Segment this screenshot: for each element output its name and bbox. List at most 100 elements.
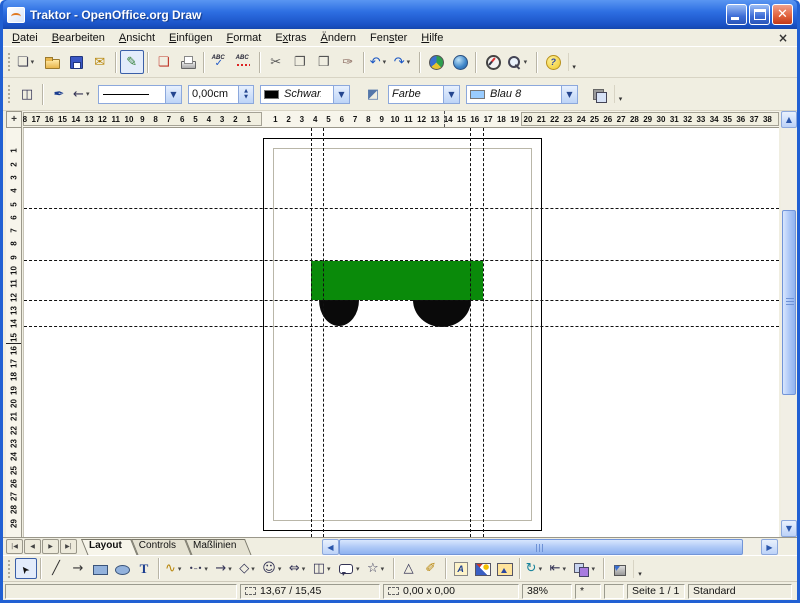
text-button[interactable]: T (133, 558, 155, 579)
ellipse-button[interactable] (111, 558, 133, 579)
rotate-button[interactable]: ↻▾ (524, 558, 548, 579)
status-style[interactable]: Standard (688, 584, 792, 599)
print-button[interactable] (176, 50, 200, 74)
arrange-dropdown-arrow[interactable]: ▾ (591, 565, 598, 573)
minimize-button[interactable] (726, 4, 747, 25)
snap-guide-vertical[interactable] (323, 128, 324, 537)
previous-page-button[interactable]: ◀ (24, 539, 41, 554)
tab-malinien[interactable]: Maßlinien (185, 538, 252, 555)
stars-dropdown-arrow[interactable]: ▾ (381, 565, 388, 573)
status-position[interactable]: 13,67 / 15,45 (240, 584, 380, 599)
area-style-select[interactable]: Farbe ▼ (388, 85, 460, 104)
chevron-down-icon[interactable]: ▼ (561, 86, 577, 103)
export-pdf-button[interactable]: ❏ (152, 50, 176, 74)
undo-button[interactable]: ↶▾ (368, 50, 392, 74)
fontwork-button[interactable] (450, 558, 472, 579)
extrusion-button[interactable] (608, 558, 630, 579)
select-button[interactable] (15, 558, 37, 579)
symbol-shapes-button[interactable]: ☺▾ (260, 558, 287, 579)
vertical-scrollbar-thumb[interactable] (782, 210, 796, 395)
send-email-button[interactable]: ✉ (88, 50, 112, 74)
horizontal-scrollbar-thumb[interactable] (339, 539, 743, 555)
alignment-dropdown-arrow[interactable]: ▾ (562, 565, 569, 573)
arrow-button[interactable]: → (67, 558, 89, 579)
vertical-ruler[interactable]: 1234567891011121314151617181920212223242… (6, 128, 22, 537)
auto-spellcheck-button[interactable] (232, 50, 256, 74)
chart-button[interactable] (424, 50, 448, 74)
symbol-shapes-dropdown-arrow[interactable]: ▾ (278, 565, 285, 573)
toolbar-grip[interactable] (7, 559, 11, 579)
styles-formatting-button[interactable]: ◫ (15, 82, 39, 106)
new-document-dropdown-arrow[interactable]: ▾ (31, 58, 38, 66)
snap-guide-vertical[interactable] (311, 128, 312, 537)
curve-button[interactable]: ∿▾ (163, 558, 187, 579)
snap-guide-vertical[interactable] (483, 128, 484, 537)
menu-datei[interactable]: Datei (5, 31, 45, 45)
status-zoom-level[interactable]: 38% (522, 584, 572, 599)
glue-points-button[interactable]: ✐ (420, 558, 442, 579)
tractor-body[interactable] (311, 261, 483, 300)
menu-ndern[interactable]: Ändern (314, 31, 363, 45)
undo-dropdown-arrow[interactable]: ▾ (383, 58, 390, 66)
lines-and-arrows-button[interactable]: →▾ (213, 558, 237, 579)
toolbar-grip[interactable] (7, 84, 11, 104)
fill-color-select[interactable]: Blau 8 ▼ (466, 85, 578, 104)
status-modified[interactable]: * (575, 584, 601, 599)
redo-dropdown-arrow[interactable]: ▾ (407, 58, 414, 66)
rotate-dropdown-arrow[interactable]: ▾ (539, 565, 546, 573)
menu-ansicht[interactable]: Ansicht (112, 31, 162, 45)
close-document-button[interactable]: × (769, 31, 797, 45)
toolbar-grip[interactable] (7, 52, 11, 72)
block-arrows-dropdown-arrow[interactable]: ▾ (302, 565, 309, 573)
chevron-down-icon[interactable]: ▼ (443, 86, 459, 103)
paste-button[interactable]: ❒ (312, 50, 336, 74)
cut-button[interactable]: ✂ (264, 50, 288, 74)
menu-einfgen[interactable]: Einfügen (162, 31, 219, 45)
maximize-button[interactable] (749, 4, 770, 25)
open-button[interactable] (40, 50, 64, 74)
snap-guide-vertical[interactable] (470, 128, 471, 537)
next-page-button[interactable]: ▶ (42, 539, 59, 554)
help-button[interactable] (541, 50, 565, 74)
close-button[interactable]: ✕ (772, 4, 793, 25)
gallery-button[interactable] (448, 50, 472, 74)
menu-format[interactable]: Format (219, 31, 268, 45)
spellcheck-button[interactable] (208, 50, 232, 74)
snap-guide-horizontal[interactable] (24, 326, 779, 327)
line-button[interactable]: ╱ (45, 558, 67, 579)
vertical-scrollbar[interactable]: ▲ ▼ (781, 111, 797, 537)
scroll-right-button[interactable]: ▶ (761, 539, 778, 555)
toolbar-overflow-button[interactable]: ▾ (633, 560, 645, 578)
from-file-button[interactable] (472, 558, 494, 579)
rectangle-button[interactable] (89, 558, 111, 579)
status-page[interactable]: Seite 1 / 1 (627, 584, 685, 599)
navigator-button[interactable] (480, 50, 504, 74)
tab-layout[interactable]: Layout (81, 538, 138, 555)
save-button[interactable] (64, 50, 88, 74)
basic-shapes-button[interactable]: ◇▾ (237, 558, 260, 579)
callouts-dropdown-arrow[interactable]: ▾ (356, 565, 363, 573)
stars-button[interactable]: ☆▾ (365, 558, 390, 579)
line-width-input[interactable]: 0,00cm ▲▼ (188, 85, 254, 104)
drawing-canvas[interactable] (23, 128, 779, 537)
toolbar-overflow-button[interactable]: ▾ (614, 85, 626, 103)
format-paintbrush-button[interactable]: ✑ (336, 50, 360, 74)
scroll-down-button[interactable]: ▼ (781, 520, 797, 537)
gallery-button[interactable] (494, 558, 516, 579)
edit-file-button[interactable]: ✎ (120, 50, 144, 74)
block-arrows-button[interactable]: ⇔▾ (287, 558, 311, 579)
zoom-button[interactable]: ▾ (504, 50, 533, 74)
chevron-down-icon[interactable]: ▼ (165, 86, 181, 103)
line-dialog-button[interactable]: ✒ (47, 82, 71, 106)
status-object-size[interactable]: 0,00 x 0,00 (383, 584, 519, 599)
edit-points-button[interactable]: △ (398, 558, 420, 579)
lines-and-arrows-dropdown-arrow[interactable]: ▾ (228, 565, 235, 573)
snap-guide-horizontal[interactable] (24, 260, 779, 261)
curve-dropdown-arrow[interactable]: ▾ (178, 565, 185, 573)
chevron-down-icon[interactable]: ▼ (333, 86, 349, 103)
spinner-icon[interactable]: ▲▼ (238, 86, 253, 103)
menu-fenster[interactable]: Fenster (363, 31, 414, 45)
tab-controls[interactable]: Controls (131, 538, 192, 555)
line-style-select[interactable]: ▼ (98, 85, 182, 104)
flowchart-button[interactable]: ◫▾ (311, 558, 336, 579)
